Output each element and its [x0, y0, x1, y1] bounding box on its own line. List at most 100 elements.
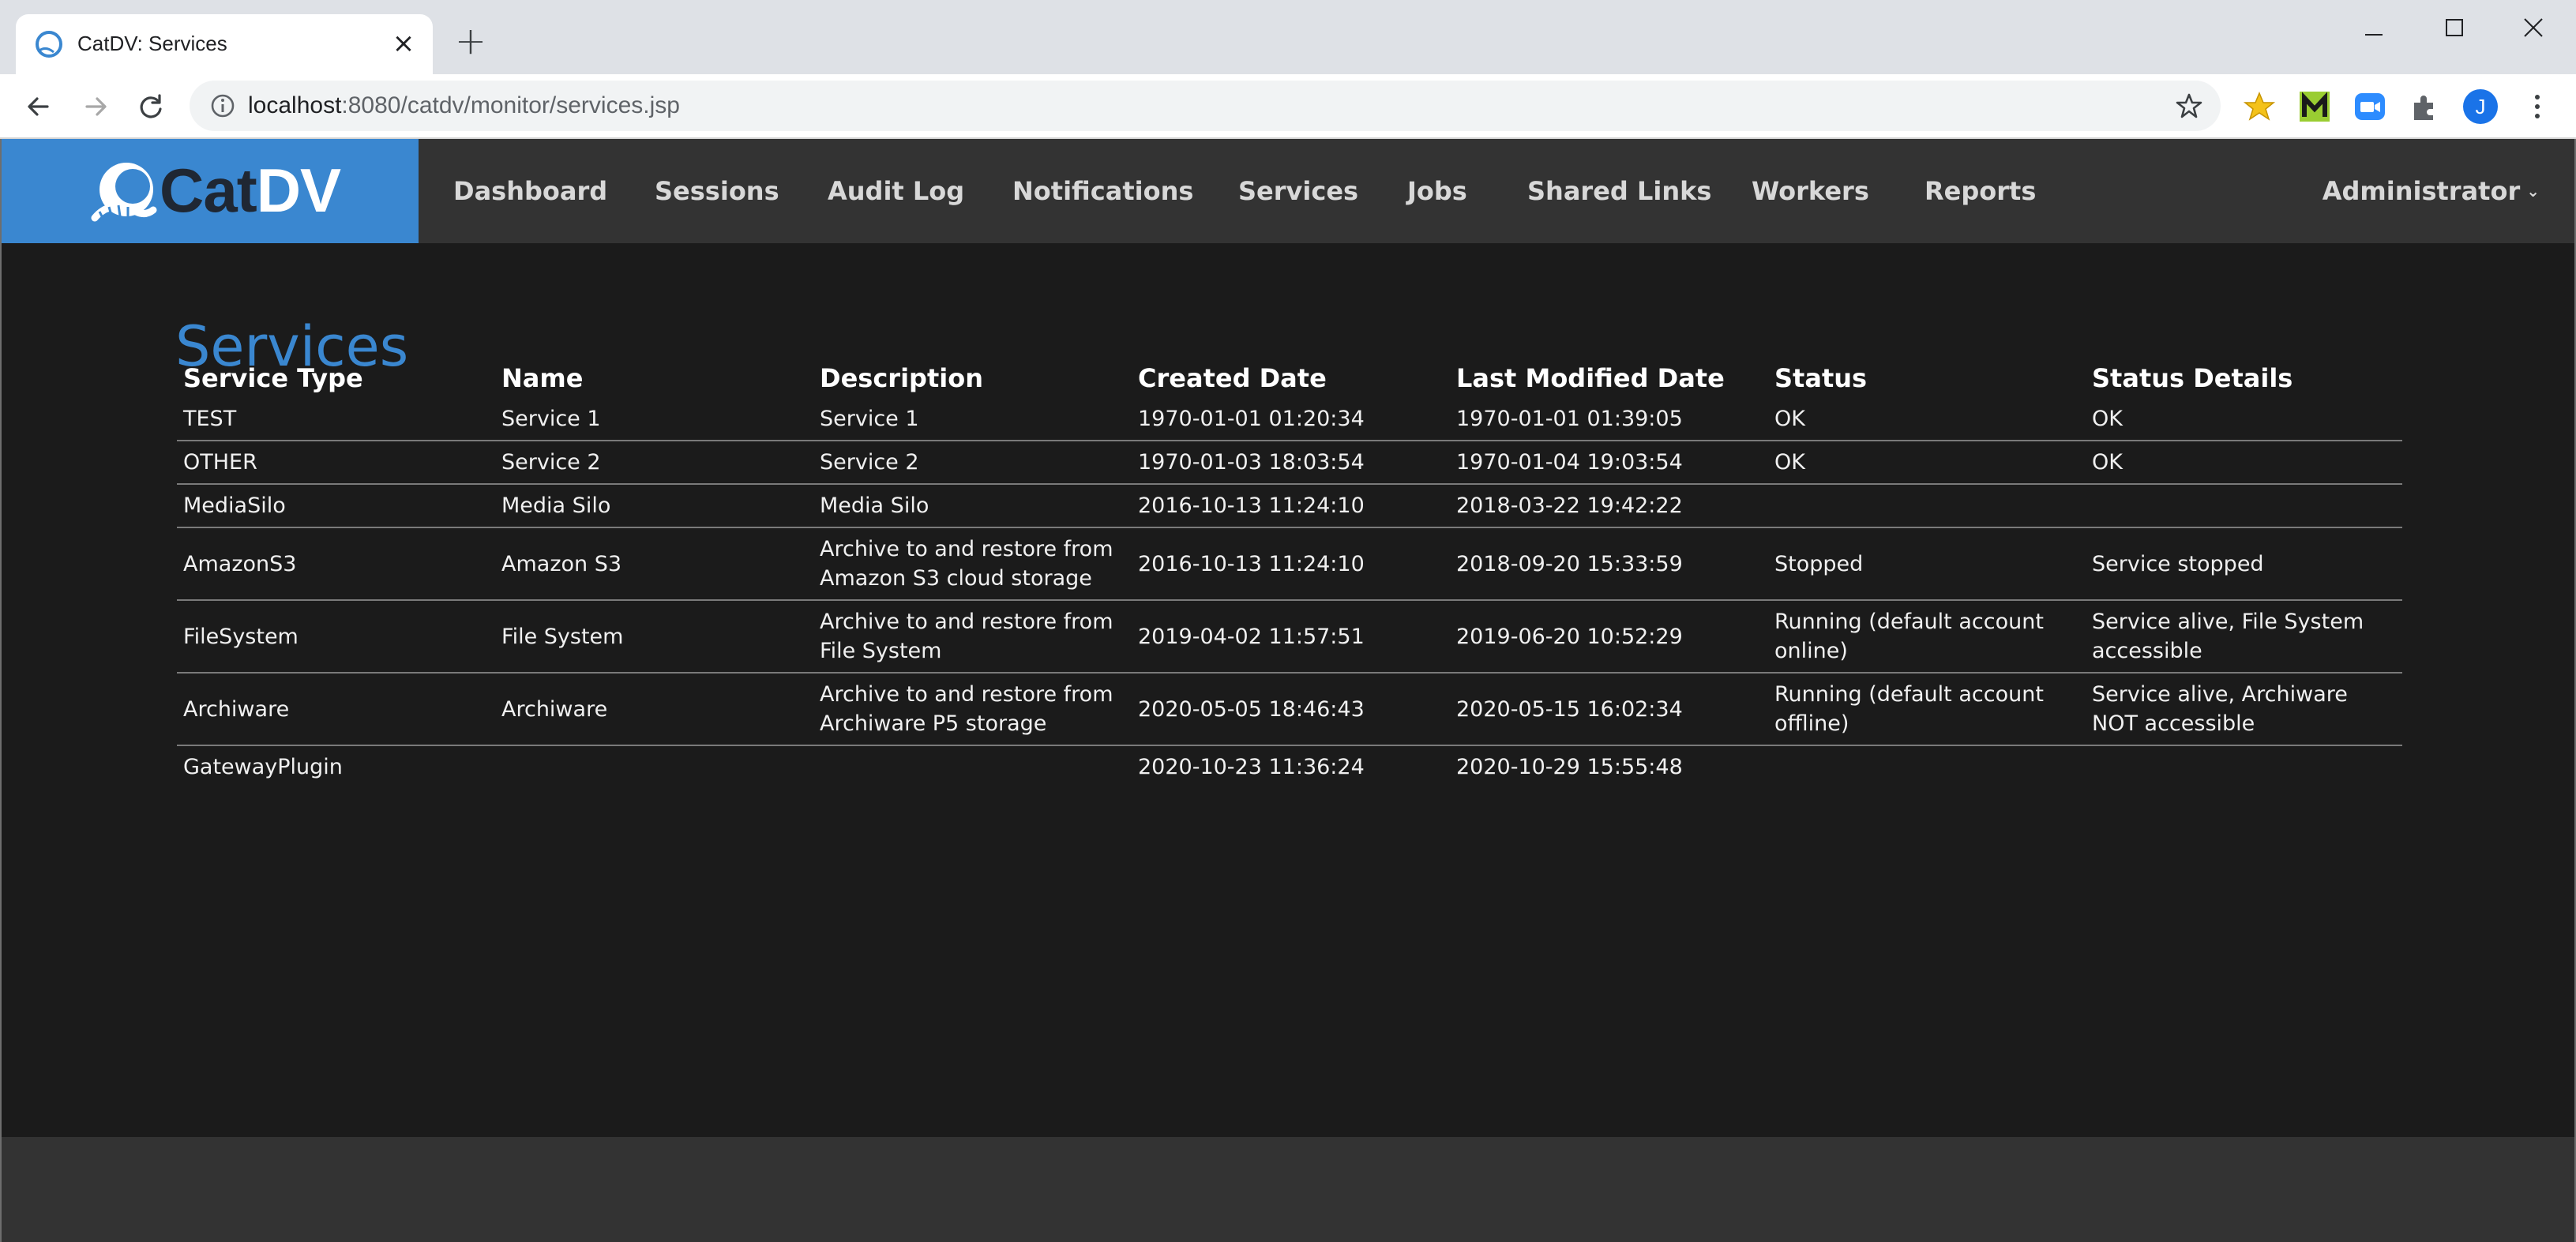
browser-toolbar: localhost:8080/catdv/monitor/services.js… — [0, 74, 2576, 139]
nav-workers[interactable]: Workers — [1752, 139, 1869, 243]
column-header-status: Status — [1774, 363, 1868, 393]
site-info-icon[interactable] — [208, 92, 237, 120]
nav-reports[interactable]: Reports — [1924, 139, 2036, 243]
cell-status-details: Service alive, File System accessible — [2086, 600, 2402, 674]
nav-shared-links[interactable]: Shared Links — [1527, 139, 1711, 243]
table-row[interactable]: MediaSilo Media Silo Media Silo 2016-10-… — [177, 484, 2402, 528]
column-header-last-modified-date: Last Modified Date — [1456, 363, 1725, 393]
nav-services[interactable]: Services — [1238, 139, 1358, 243]
column-header-status-details: Status Details — [2092, 363, 2293, 393]
nav-sessions[interactable]: Sessions — [655, 139, 779, 243]
table-row[interactable]: GatewayPlugin 2020-10-23 11:36:24 2020-1… — [177, 745, 2402, 788]
column-header-description: Description — [820, 363, 983, 393]
new-tab-icon[interactable]: + — [452, 22, 490, 62]
cell-name: Media Silo — [495, 484, 813, 528]
browser-menu-icon[interactable] — [2519, 88, 2555, 125]
video-call-extension-icon[interactable] — [2352, 88, 2388, 125]
cell-status: Running (default account online) — [1768, 600, 2086, 674]
cell-last-modified-date: 2020-10-29 15:55:48 — [1456, 755, 1683, 779]
tab-title: CatDV: Services — [77, 32, 227, 55]
cell-created-date: 1970-01-01 01:20:34 — [1132, 398, 1450, 441]
cell-status: Running (default account offline) — [1768, 673, 2086, 746]
back-arrow-icon[interactable] — [21, 88, 57, 125]
nav-notifications[interactable]: Notifications — [1012, 139, 1193, 243]
m-extension-icon[interactable] — [2296, 88, 2333, 125]
cell-description: Archive to and restore from File System — [813, 600, 1132, 674]
catdv-favicon-icon — [36, 31, 62, 58]
reload-icon[interactable] — [133, 88, 169, 125]
cell-status: Stopped — [1768, 527, 2086, 601]
cell-service-type: MediaSilo — [177, 484, 495, 528]
column-header-created-date: Created Date — [1138, 363, 1327, 393]
bookmark-star-icon[interactable] — [2175, 92, 2203, 120]
cell-last-modified-date: 1970-01-01 01:39:05 — [1450, 398, 1768, 441]
cell-status-details: Service stopped — [2086, 527, 2402, 601]
profile-avatar[interactable]: J — [2462, 88, 2499, 125]
cell-status-details — [2086, 745, 2402, 788]
app-navbar: CatDV Dashboard Sessions Audit Log Notif… — [2, 139, 2574, 243]
cell-status — [1768, 484, 2086, 528]
cell-name: Service 1 — [495, 398, 813, 441]
cell-last-modified-date: 2018-03-22 19:42:22 — [1450, 484, 1768, 528]
cell-name: Archiware — [495, 673, 813, 746]
cell-created-date: 1970-01-03 18:03:54 — [1132, 441, 1450, 485]
cell-created-date: 2019-04-02 11:57:51 — [1132, 600, 1450, 674]
column-header-name: Name — [501, 363, 584, 393]
cell-description — [813, 745, 1132, 788]
cell-created-date: 2020-05-05 18:46:43 — [1132, 673, 1450, 746]
forward-arrow-icon[interactable] — [77, 88, 114, 125]
cell-last-modified-date: 2019-06-20 10:52:29 — [1450, 600, 1768, 674]
cell-status — [1768, 745, 2086, 788]
cell-name: File System — [495, 600, 813, 674]
nav-jobs[interactable]: Jobs — [1407, 139, 1467, 243]
close-window-icon[interactable] — [2495, 8, 2571, 47]
user-menu-label: Administrator — [2322, 176, 2521, 206]
browser-tab[interactable]: CatDV: Services × — [16, 14, 433, 74]
main-content: Services Service Type Name Description C… — [2, 243, 2574, 1137]
table-row[interactable]: Archiware Archiware Archive to and resto… — [177, 673, 2402, 746]
cell-created-date: 2016-10-13 11:24:10 — [1132, 484, 1450, 528]
cell-status-details — [2086, 484, 2402, 528]
catdv-logo[interactable]: CatDV — [2, 139, 419, 243]
address-bar[interactable]: localhost:8080/catdv/monitor/services.js… — [190, 81, 2221, 131]
table-header-row: Service Type Name Description Created Da… — [177, 349, 2402, 398]
cell-service-type: Archiware — [177, 673, 495, 746]
extensions-puzzle-icon[interactable] — [2407, 88, 2443, 125]
catdv-logo-mark-icon — [91, 163, 157, 222]
catdv-logo-text: CatDV — [160, 156, 341, 225]
cell-last-modified-date: 2018-09-20 15:33:59 — [1450, 527, 1768, 601]
nav-audit-log[interactable]: Audit Log — [828, 139, 964, 243]
cell-service-type: GatewayPlugin — [183, 755, 343, 779]
cell-status-details: Service alive, Archiware NOT accessible — [2086, 673, 2402, 746]
bookmarks-star-extension-icon[interactable] — [2241, 88, 2277, 125]
minimize-window-icon[interactable] — [2336, 8, 2412, 47]
cell-description: Media Silo — [813, 484, 1132, 528]
table-row[interactable]: FileSystem File System Archive to and re… — [177, 600, 2402, 674]
cell-status: OK — [1768, 398, 2086, 441]
user-menu[interactable]: Administrator ⌄ — [2323, 139, 2540, 243]
nav-dashboard[interactable]: Dashboard — [453, 139, 607, 243]
cell-description: Archive to and restore from Amazon S3 cl… — [813, 527, 1132, 601]
cell-status: OK — [1768, 441, 2086, 485]
table-row[interactable]: OTHER Service 2 Service 2 1970-01-03 18:… — [177, 441, 2402, 485]
maximize-window-icon[interactable] — [2416, 8, 2492, 47]
cell-service-type: AmazonS3 — [177, 527, 495, 601]
tab-strip: CatDV: Services × + — [0, 0, 2576, 74]
cell-status-details: OK — [2086, 398, 2402, 441]
cell-last-modified-date: 1970-01-04 19:03:54 — [1450, 441, 1768, 485]
services-table: Service Type Name Description Created Da… — [177, 349, 2402, 788]
url-text[interactable]: localhost:8080/catdv/monitor/services.js… — [248, 90, 680, 122]
cell-created-date: 2020-10-23 11:36:24 — [1138, 755, 1365, 779]
page-footer — [2, 1137, 2574, 1242]
cell-service-type: FileSystem — [177, 600, 495, 674]
cell-description: Service 2 — [813, 441, 1132, 485]
cell-name: Service 2 — [495, 441, 813, 485]
cell-service-type: OTHER — [177, 441, 495, 485]
tab-close-icon[interactable]: × — [389, 28, 419, 58]
cell-status-details: OK — [2086, 441, 2402, 485]
table-row[interactable]: AmazonS3 Amazon S3 Archive to and restor… — [177, 527, 2402, 601]
column-header-service-type: Service Type — [183, 363, 363, 393]
table-row[interactable]: TEST Service 1 Service 1 1970-01-01 01:2… — [177, 398, 2402, 441]
cell-description: Archive to and restore from Archiware P5… — [813, 673, 1132, 746]
cell-name — [495, 745, 813, 788]
